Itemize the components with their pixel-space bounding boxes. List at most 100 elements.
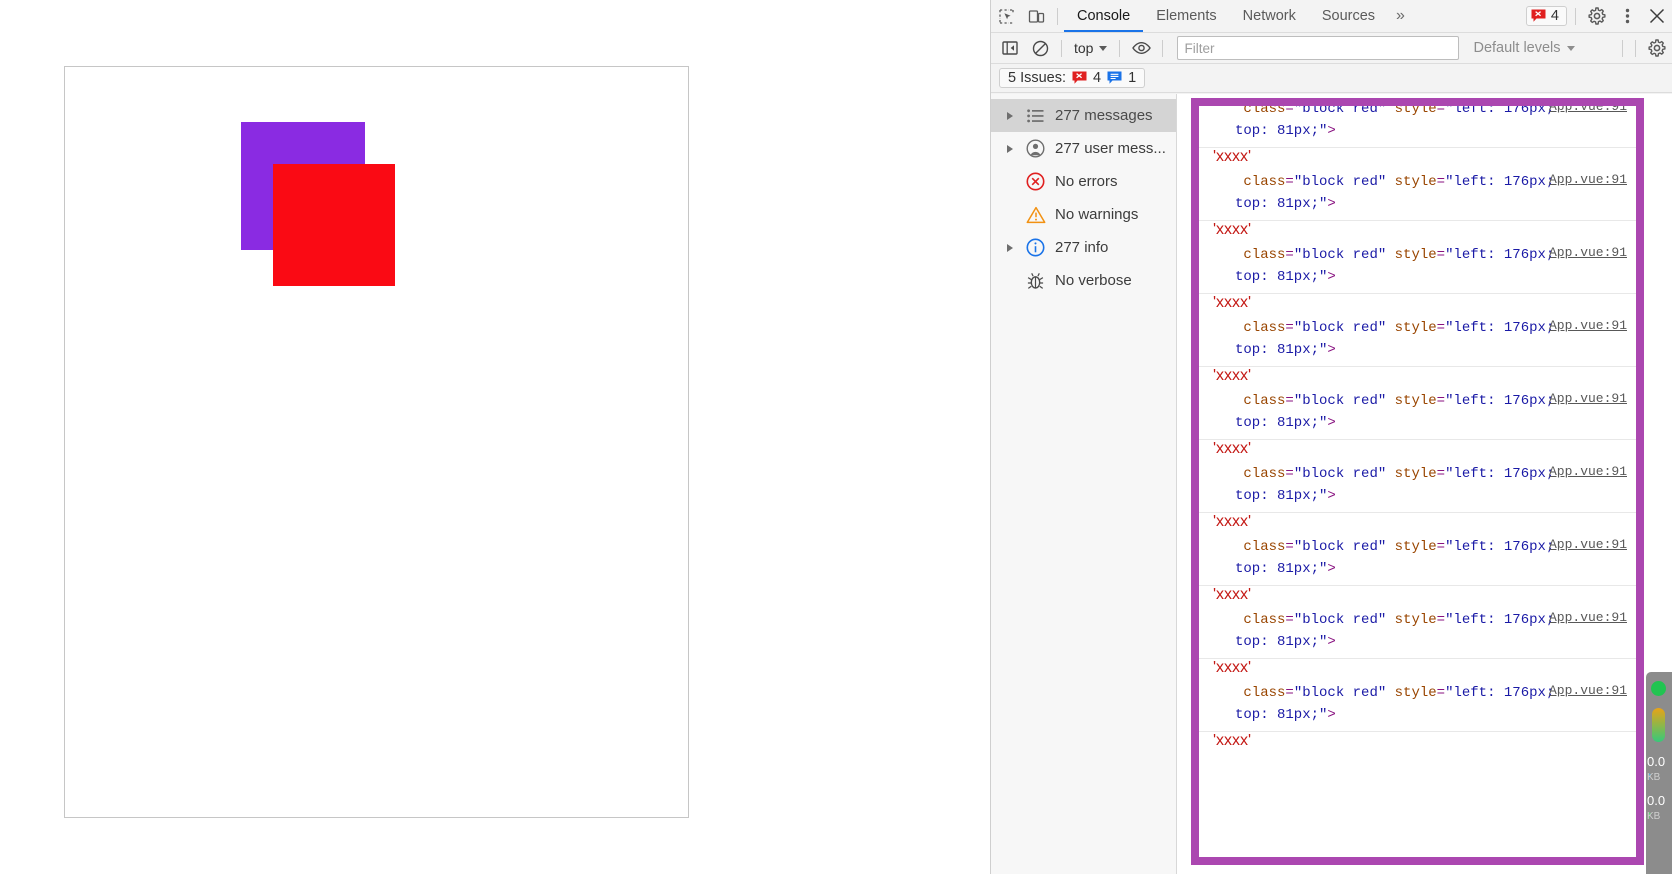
console-filterbar: top Default levels: [991, 33, 1672, 64]
filterbar-divider-2: [1119, 39, 1121, 57]
log-source-link[interactable]: App.vue:91: [1549, 388, 1627, 410]
console-log-entry[interactable]: App.vue:91 class="block red" style="left…: [1199, 531, 1636, 586]
log-string-value: 'xxxx': [1213, 732, 1252, 749]
console-body: 277 messages 277 user mess... No errors …: [991, 94, 1672, 874]
inspect-element-icon[interactable]: [991, 3, 1021, 29]
console-log-entry[interactable]: App.vue:91 class="block red" style="left…: [1199, 677, 1636, 732]
tabbar-divider-2: [1575, 7, 1576, 25]
expand-triangle-icon[interactable]: [1007, 112, 1016, 120]
console-log-area: App.vue:91 class="block red" style="left…: [1177, 94, 1672, 874]
log-source-link[interactable]: App.vue:91: [1549, 106, 1627, 118]
devtools-tabbar: Console Elements Network Sources » 4: [991, 0, 1672, 33]
log-string-value: 'xxxx': [1213, 513, 1252, 530]
log-levels-select[interactable]: Default levels: [1467, 40, 1580, 56]
list-icon: [1025, 108, 1046, 123]
issues-bar: 5 Issues: 4 1: [991, 64, 1672, 93]
sidebar-item-warnings[interactable]: No warnings: [991, 198, 1176, 231]
perf-unit-2: KB: [1647, 811, 1661, 822]
page-viewport: [0, 0, 990, 874]
error-icon: [1025, 172, 1046, 191]
issues-error-count: 4: [1093, 70, 1102, 86]
filterbar-divider-1: [1061, 39, 1062, 57]
tab-console[interactable]: Console: [1064, 0, 1144, 32]
log-string-value: 'xxxx': [1213, 586, 1252, 603]
chevron-down-icon: [1099, 45, 1108, 51]
console-log-scroll[interactable]: App.vue:91 class="block red" style="left…: [1199, 106, 1636, 857]
perf-value-2: 0.0: [1647, 793, 1666, 808]
bug-icon: [1025, 272, 1046, 290]
sidebar-item-user-messages[interactable]: 277 user mess...: [991, 132, 1176, 165]
tabbar-divider-1: [1057, 7, 1058, 25]
user-icon: [1025, 139, 1046, 158]
filterbar-divider-3: [1162, 39, 1164, 57]
log-source-link[interactable]: App.vue:91: [1549, 169, 1627, 191]
sidebar-item-label: 277 user mess...: [1055, 140, 1166, 157]
tab-elements[interactable]: Elements: [1143, 0, 1229, 32]
perf-gauge-bar: [1652, 708, 1665, 742]
execution-context-label: top: [1074, 40, 1094, 56]
issues-label: 5 Issues:: [1008, 70, 1067, 86]
live-expression-icon[interactable]: [1126, 35, 1156, 61]
log-source-link[interactable]: App.vue:91: [1549, 680, 1627, 702]
info-icon: [1025, 238, 1046, 257]
more-tabs-icon[interactable]: »: [1388, 7, 1412, 25]
issues-info-count: 1: [1128, 70, 1137, 86]
filterbar-divider-4: [1622, 39, 1623, 57]
execution-context-select[interactable]: top: [1068, 40, 1113, 56]
tab-sources[interactable]: Sources: [1309, 0, 1388, 32]
tab-network[interactable]: Network: [1230, 0, 1309, 32]
console-log-entry[interactable]: App.vue:91 class="block red" style="left…: [1199, 106, 1636, 148]
show-console-sidebar-icon[interactable]: [995, 35, 1025, 61]
log-string-value: 'xxxx': [1213, 221, 1252, 238]
gear-icon[interactable]: [1582, 3, 1612, 29]
warning-icon: [1025, 206, 1046, 224]
sidebar-item-label: 277 messages: [1055, 107, 1153, 124]
sidebar-item-label: No verbose: [1055, 272, 1132, 289]
device-toolbar-icon[interactable]: [1021, 3, 1051, 29]
console-log-entry[interactable]: App.vue:91 class="block red" style="left…: [1199, 239, 1636, 294]
filterbar-divider-5: [1635, 39, 1636, 57]
log-string-value: 'xxxx': [1213, 440, 1252, 457]
perf-value-1: 0.0: [1647, 754, 1666, 769]
perf-status-dot-icon: [1651, 681, 1666, 696]
sidebar-item-label: No warnings: [1055, 206, 1139, 223]
red-block[interactable]: [273, 164, 395, 286]
error-badge-icon: [1531, 9, 1546, 22]
console-settings-gear-icon[interactable]: [1642, 35, 1672, 61]
issues-chip[interactable]: 5 Issues: 4 1: [999, 68, 1146, 88]
devtools-panel: Console Elements Network Sources » 4 top…: [990, 0, 1672, 874]
stage-container: [64, 66, 689, 818]
close-icon[interactable]: [1642, 3, 1672, 29]
expand-triangle-icon[interactable]: [1007, 244, 1016, 252]
expand-triangle-icon[interactable]: [1007, 145, 1016, 153]
log-string-value: 'xxxx': [1213, 659, 1252, 676]
console-log-entry[interactable]: App.vue:91 class="block red" style="left…: [1199, 385, 1636, 440]
clear-console-icon[interactable]: [1025, 35, 1055, 61]
console-log-entry[interactable]: App.vue:91 class="block red" style="left…: [1199, 166, 1636, 221]
sidebar-item-messages[interactable]: 277 messages: [991, 99, 1176, 132]
error-badge-icon: [1072, 71, 1087, 84]
console-log-entry[interactable]: App.vue:91 class="block red" style="left…: [1199, 458, 1636, 513]
console-log-entry[interactable]: App.vue:91 class="block red" style="left…: [1199, 312, 1636, 367]
log-source-link[interactable]: App.vue:91: [1549, 607, 1627, 629]
error-count-chip[interactable]: 4: [1525, 6, 1567, 26]
console-highlight-outline: App.vue:91 class="block red" style="left…: [1191, 98, 1644, 865]
console-log-entry[interactable]: App.vue:91 class="block red" style="left…: [1199, 604, 1636, 659]
log-source-link[interactable]: App.vue:91: [1549, 315, 1627, 337]
console-sidebar: 277 messages 277 user mess... No errors …: [991, 94, 1177, 874]
sidebar-item-label: 277 info: [1055, 239, 1109, 256]
log-source-link[interactable]: App.vue:91: [1549, 534, 1627, 556]
log-source-link[interactable]: App.vue:91: [1549, 461, 1627, 483]
sidebar-item-info[interactable]: 277 info: [991, 231, 1176, 264]
sidebar-item-label: No errors: [1055, 173, 1118, 190]
sidebar-item-verbose[interactable]: No verbose: [991, 264, 1176, 297]
log-source-link[interactable]: App.vue:91: [1549, 242, 1627, 264]
filter-input[interactable]: [1177, 36, 1460, 60]
log-string-value: 'xxxx': [1213, 294, 1252, 311]
devtools-screenshot: Console Elements Network Sources » 4 top…: [0, 0, 1672, 874]
kebab-menu-icon[interactable]: [1612, 3, 1642, 29]
log-string-value: 'xxxx': [1213, 148, 1252, 165]
sidebar-item-errors[interactable]: No errors: [991, 165, 1176, 198]
perf-unit-1: KB: [1647, 772, 1661, 783]
log-string-value: 'xxxx': [1213, 367, 1252, 384]
